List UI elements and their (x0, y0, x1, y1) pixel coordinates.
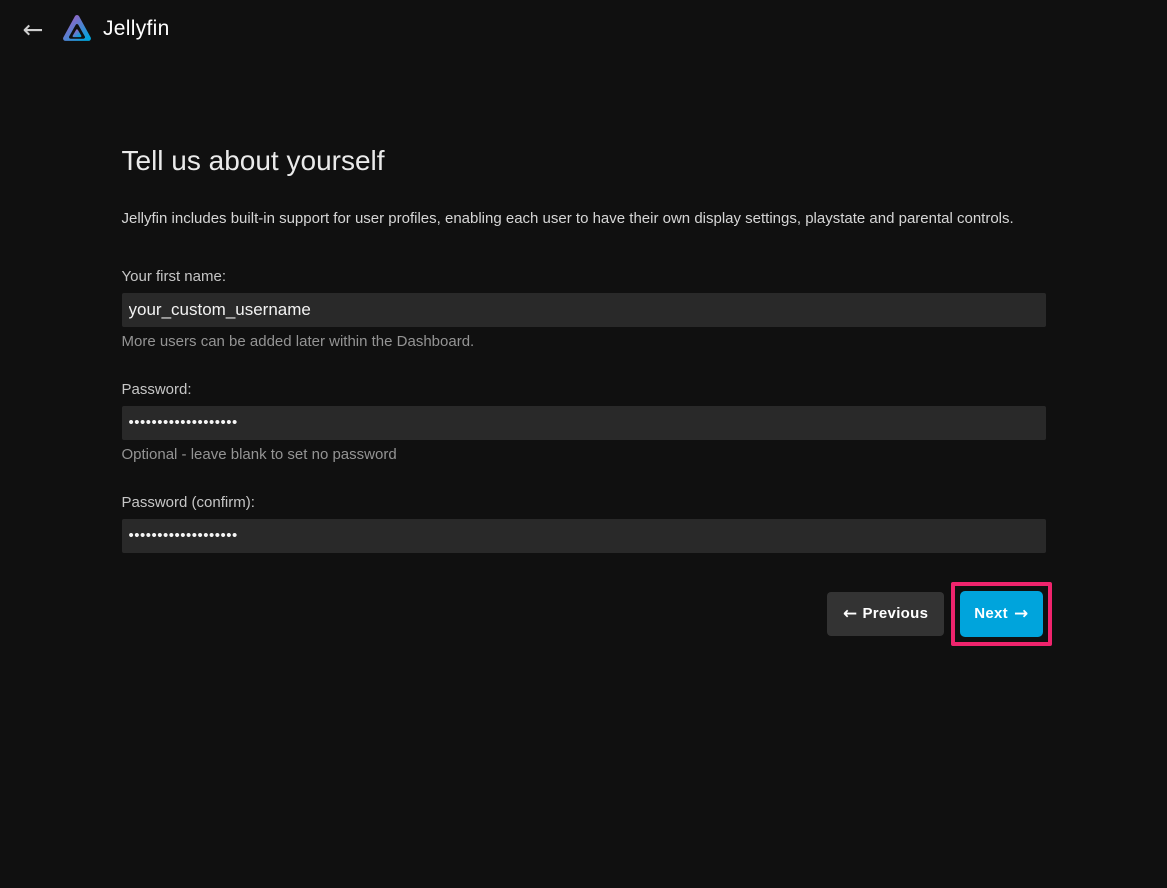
wizard-nav-buttons: ← Previous Next → (122, 582, 1046, 646)
password-confirm-input[interactable] (122, 519, 1046, 553)
password-helper-text: Optional - leave blank to set no passwor… (122, 446, 1046, 463)
arrow-right-icon: → (1014, 604, 1029, 624)
password-field-group: Password: Optional - leave blank to set … (122, 381, 1046, 463)
password-confirm-field-group: Password (confirm): (122, 494, 1046, 553)
arrow-left-icon: ← (843, 604, 858, 624)
first-name-helper-text: More users can be added later within the… (122, 333, 1046, 350)
password-input[interactable] (122, 406, 1046, 440)
first-name-input[interactable] (122, 293, 1046, 327)
app-name: Jellyfin (103, 17, 170, 41)
jellyfin-logo-icon (60, 12, 94, 46)
password-confirm-label: Password (confirm): (122, 494, 1046, 511)
password-label: Password: (122, 381, 1046, 398)
first-name-field-group: Your first name: More users can be added… (122, 268, 1046, 350)
wizard-user-page: Tell us about yourself Jellyfin includes… (122, 58, 1046, 646)
previous-button[interactable]: ← Previous (827, 592, 944, 636)
next-button-label: Next (974, 605, 1008, 622)
page-description: Jellyfin includes built-in support for u… (122, 210, 1046, 228)
next-button[interactable]: Next → (960, 591, 1042, 637)
back-button[interactable]: ← (14, 10, 52, 48)
first-name-label: Your first name: (122, 268, 1046, 285)
app-logo: Jellyfin (60, 12, 170, 46)
previous-button-label: Previous (862, 605, 928, 622)
back-arrow-icon: ← (23, 15, 44, 44)
top-bar: ← Jellyfin (0, 0, 1167, 58)
page-title: Tell us about yourself (122, 146, 1046, 177)
next-button-highlight-annotation: Next → (951, 582, 1051, 646)
